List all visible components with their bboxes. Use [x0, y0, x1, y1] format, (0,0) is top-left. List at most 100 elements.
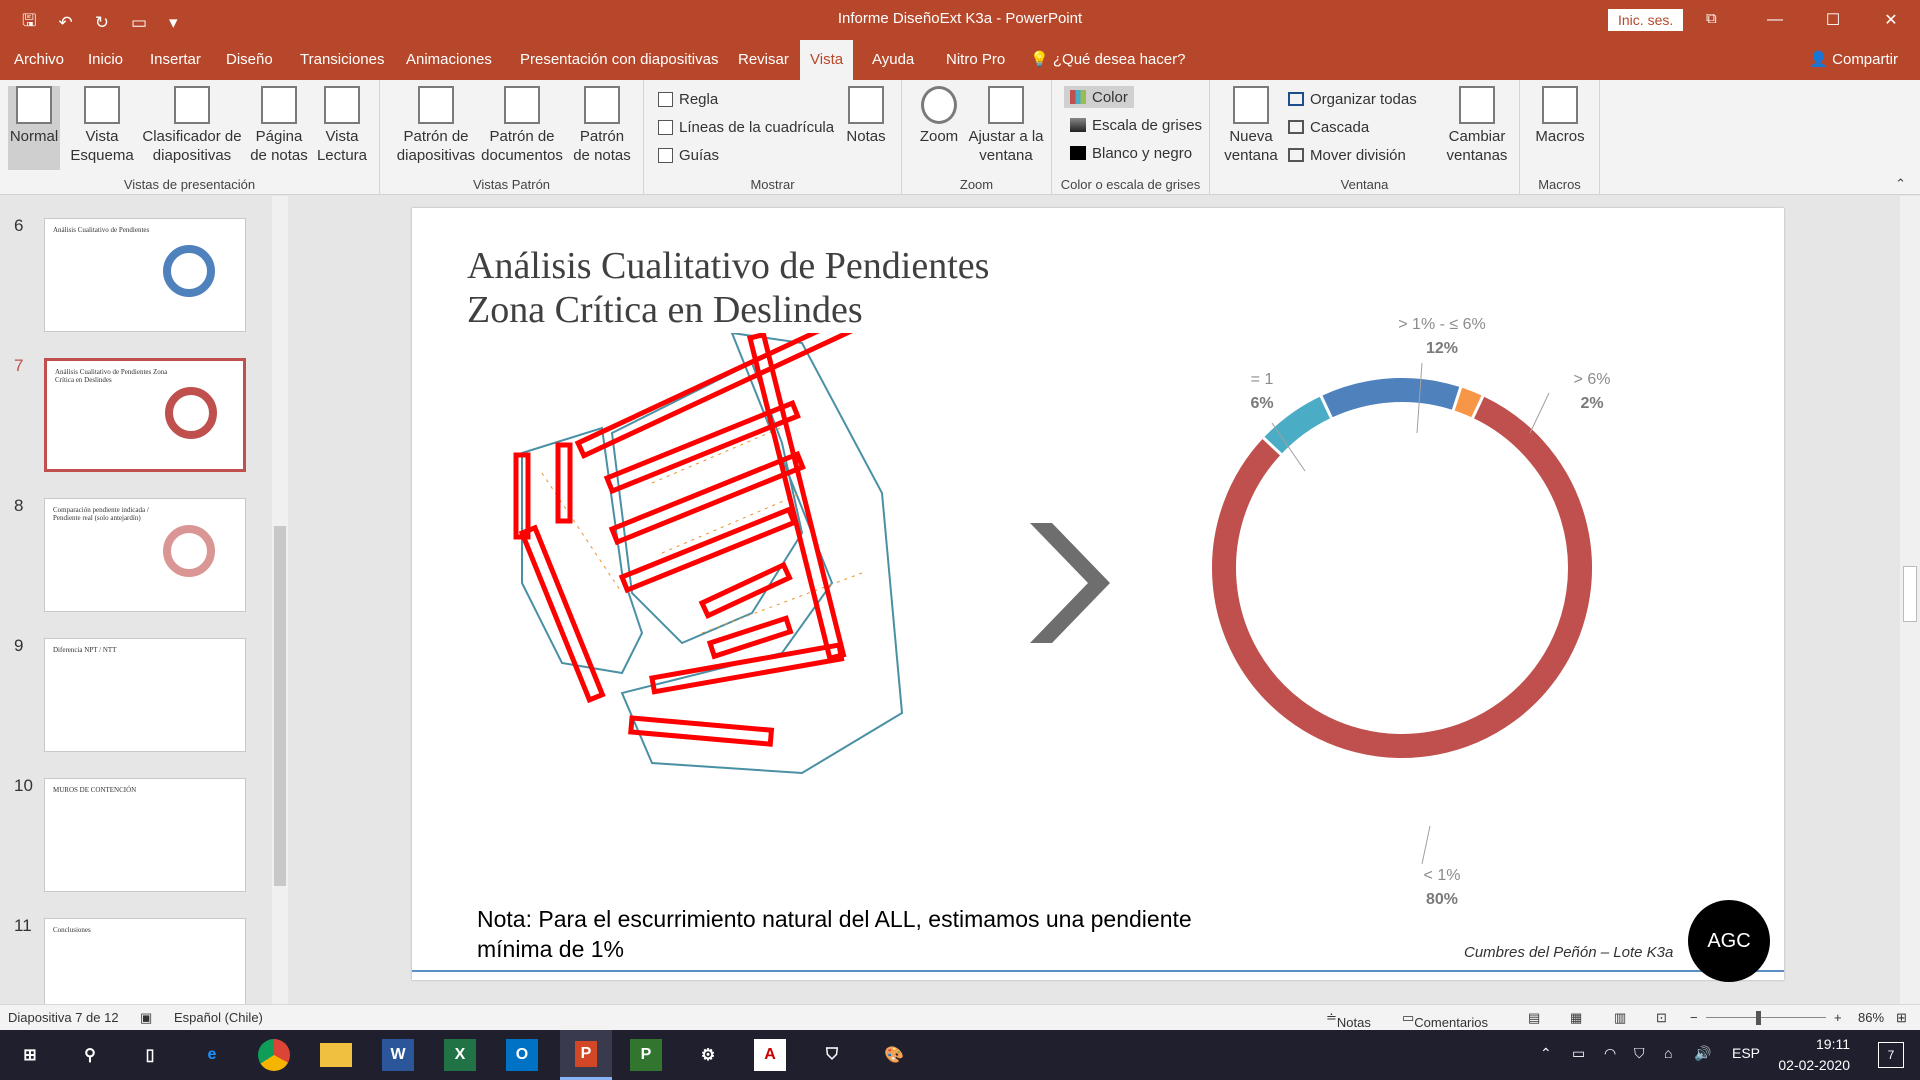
zoom-out-icon[interactable]: −	[1690, 1010, 1698, 1025]
gridlines-checkbox[interactable]: Líneas de la cuadrícula	[658, 116, 834, 138]
tab-inicio[interactable]: Inicio	[78, 40, 133, 80]
move-split-button[interactable]: Mover división	[1288, 144, 1406, 166]
cascade-button[interactable]: Cascada	[1288, 116, 1369, 138]
tab-diseño[interactable]: Diseño	[216, 40, 283, 80]
close-icon[interactable]: ✕	[1862, 0, 1920, 40]
current-slide[interactable]: Análisis Cualitativo de Pendientes Zona …	[412, 208, 1784, 982]
thumbnails-scrollbar[interactable]	[272, 196, 288, 1004]
fit-slide-icon[interactable]: ⊞	[1896, 1010, 1907, 1026]
zoom-level[interactable]: 86%	[1858, 1010, 1884, 1025]
macros-button[interactable]: Macros	[1530, 86, 1590, 146]
thumbnail-donut-preview	[163, 245, 215, 297]
volume-icon[interactable]: 🔊	[1694, 1045, 1711, 1062]
search-icon[interactable]: ⚲	[74, 1039, 106, 1071]
maximize-icon[interactable]: ☐	[1804, 0, 1862, 40]
group-presentation-views: Normal Vista Esquema Clasificador de dia…	[0, 80, 380, 195]
reading-view-label: Vista Lectura	[316, 128, 368, 164]
notes-toggle[interactable]: ≐ Notas	[1326, 1010, 1371, 1030]
gridlines-check-box[interactable]	[658, 119, 673, 135]
slide-master-button[interactable]: Patrón de diapositivas	[396, 86, 476, 165]
guides-check-box[interactable]	[658, 147, 673, 163]
zoom-in-icon[interactable]: +	[1834, 1010, 1842, 1025]
normal-view-button[interactable]: Normal	[8, 86, 60, 170]
guides-checkbox[interactable]: Guías	[658, 144, 719, 166]
slideshow-icon-status[interactable]: ⊡	[1656, 1010, 1667, 1026]
notes-master-button[interactable]: Patrón de notas	[570, 86, 634, 165]
defender-tray-icon[interactable]: ⛉	[1634, 1045, 1645, 1062]
tab-revisar[interactable]: Revisar	[728, 40, 799, 80]
slide-thumbnail[interactable]: MUROS DE CONTENCIÓN	[44, 778, 246, 892]
windows-start-icon[interactable]: ⊞	[14, 1039, 46, 1071]
comments-toggle[interactable]: ▭ Comentarios	[1402, 1010, 1488, 1030]
spellcheck-icon[interactable]: ▣	[140, 1010, 152, 1026]
slide-sorter-button[interactable]: Clasificador de diapositivas	[140, 86, 244, 165]
notes-page-button[interactable]: Página de notas	[248, 86, 310, 165]
file-explorer-icon[interactable]	[320, 1043, 352, 1067]
slide-thumbnail[interactable]: Diferencia NPT / NTT	[44, 638, 246, 752]
autocad-icon[interactable]: A	[754, 1039, 786, 1071]
security-shield-icon[interactable]: ⛉	[816, 1039, 848, 1071]
wifi-icon[interactable]: ◠	[1604, 1045, 1616, 1062]
chrome-icon[interactable]	[258, 1039, 290, 1071]
editor-scroll-thumb[interactable]	[1903, 566, 1917, 622]
tab-insertar[interactable]: Insertar	[140, 40, 211, 80]
signin-button[interactable]: Inic. ses.	[1608, 9, 1684, 31]
language-indicator[interactable]: Español (Chile)	[174, 1010, 263, 1025]
tab-archivo[interactable]: Archivo	[4, 40, 74, 80]
tray-chevron-icon[interactable]: ⌃	[1540, 1045, 1552, 1062]
settings-gear-icon[interactable]: ⚙	[692, 1039, 724, 1071]
ruler-checkbox[interactable]: Regla	[658, 88, 718, 110]
zoom-slider[interactable]	[1706, 1017, 1826, 1018]
project-icon[interactable]: P	[630, 1039, 662, 1071]
black-white-button[interactable]: Blanco y negro	[1070, 142, 1192, 164]
zoom-slider-thumb[interactable]	[1756, 1011, 1761, 1025]
ruler-check-box[interactable]	[658, 91, 673, 107]
grayscale-button[interactable]: Escala de grises	[1070, 114, 1202, 136]
new-window-button[interactable]: Nueva ventana	[1218, 86, 1284, 165]
network-icon[interactable]: ⌂	[1664, 1045, 1672, 1061]
paint-icon[interactable]: 🎨	[878, 1039, 910, 1071]
powerpoint-taskbar-button[interactable]: P	[560, 1030, 612, 1080]
excel-icon[interactable]: X	[444, 1039, 476, 1071]
ribbon-display-options-icon[interactable]: ⧉	[1706, 10, 1717, 27]
fit-to-window-button[interactable]: Ajustar a la ventana	[968, 86, 1044, 165]
arrange-all-button[interactable]: Organizar todas	[1288, 88, 1417, 110]
thumbnails-scroll-thumb[interactable]	[274, 526, 286, 886]
tab-ayuda[interactable]: Ayuda	[862, 40, 924, 80]
tab-transiciones[interactable]: Transiciones	[290, 40, 394, 80]
slide-note-text[interactable]: Nota: Para el escurrimiento natural del …	[477, 904, 1192, 964]
input-language[interactable]: ESP	[1732, 1045, 1760, 1061]
reading-view-button[interactable]: Vista Lectura	[314, 86, 370, 165]
slide-thumbnail[interactable]: Análisis Cualitativo de Pendientes Zona …	[44, 358, 246, 472]
battery-icon[interactable]: ▭	[1572, 1045, 1585, 1062]
share-button[interactable]: 👤 Compartir	[1809, 40, 1898, 80]
slide-sorter-icon-status[interactable]: ▦	[1570, 1010, 1582, 1026]
task-view-icon[interactable]: ▯	[134, 1039, 166, 1071]
handout-master-button[interactable]: Patrón de documentos	[480, 86, 564, 165]
word-icon[interactable]: W	[382, 1039, 414, 1071]
outline-view-button[interactable]: Vista Esquema	[70, 86, 134, 165]
zoom-button[interactable]: Zoom	[914, 86, 964, 146]
notes-button[interactable]: Notas	[840, 86, 892, 146]
tell-me-search[interactable]: 💡 ¿Qué desea hacer?	[1030, 40, 1185, 80]
thumbnail-number: 8	[14, 496, 24, 515]
tab-presentación-con-diapositivas[interactable]: Presentación con diapositivas	[510, 40, 728, 80]
outlook-icon[interactable]: O	[506, 1039, 538, 1071]
system-clock[interactable]: 19:11 02-02-2020	[1778, 1034, 1850, 1076]
normal-label: Normal	[9, 128, 59, 145]
collapse-ribbon-icon[interactable]: ⌃	[1895, 176, 1906, 192]
slide-thumbnail[interactable]: Comparación pendiente indicada / Pendien…	[44, 498, 246, 612]
minimize-icon[interactable]: —	[1746, 0, 1804, 40]
slide-thumbnail[interactable]: Análisis Cualitativo de Pendientes	[44, 218, 246, 332]
reading-view-icon-status[interactable]: ▥	[1614, 1010, 1626, 1026]
color-button[interactable]: Color	[1064, 86, 1134, 108]
tab-vista[interactable]: Vista	[800, 40, 854, 80]
slide-footer: Cumbres del Peñón – Lote K3a	[1464, 944, 1674, 961]
edge-browser-icon[interactable]: e	[196, 1039, 228, 1071]
normal-view-icon-status[interactable]: ▤	[1528, 1010, 1540, 1026]
switch-windows-button[interactable]: Cambiar ventanas	[1440, 86, 1514, 165]
action-center-icon[interactable]: 7	[1878, 1042, 1904, 1068]
tab-animaciones[interactable]: Animaciones	[396, 40, 502, 80]
editor-scrollbar[interactable]	[1900, 196, 1920, 1004]
tab-nitro-pro[interactable]: Nitro Pro	[936, 40, 1015, 80]
